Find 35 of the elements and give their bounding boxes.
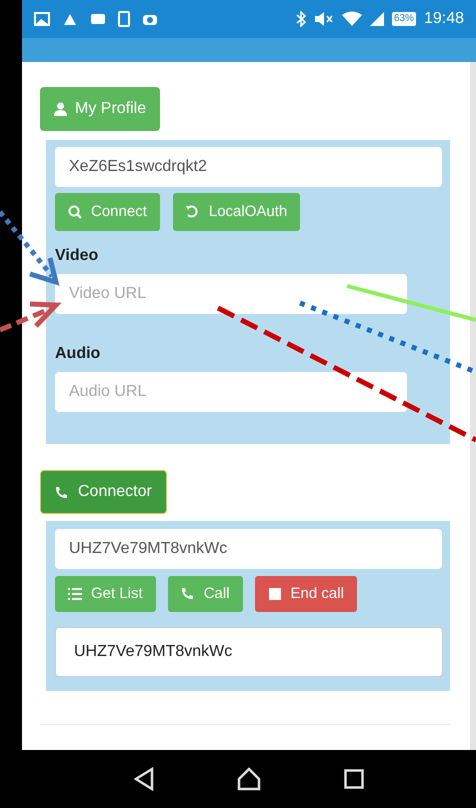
card-icon bbox=[90, 12, 106, 26]
video-url-field[interactable]: Video URL bbox=[55, 274, 407, 314]
list-icon bbox=[68, 587, 82, 601]
camera-icon bbox=[142, 12, 158, 26]
phone-icon bbox=[118, 11, 130, 27]
refresh-icon bbox=[186, 205, 200, 219]
audio-label: Audio bbox=[55, 344, 100, 364]
audio-url-field[interactable]: Audio URL bbox=[55, 372, 407, 412]
wifi-icon bbox=[342, 11, 362, 27]
output-box: UHZ7Ve79MT8vnkWc bbox=[55, 627, 443, 677]
home-icon[interactable] bbox=[236, 767, 261, 791]
search-icon bbox=[68, 205, 82, 219]
get-list-button[interactable]: Get List bbox=[55, 576, 156, 612]
connector-toggle-button[interactable]: Connector bbox=[40, 470, 167, 514]
annotation-arrow bbox=[0, 302, 62, 332]
profile-toggle-button[interactable]: My Profile bbox=[40, 87, 160, 131]
local-oauth-button[interactable]: LocalOAuth bbox=[172, 193, 300, 231]
bluetooth-icon bbox=[296, 11, 306, 27]
end-call-button[interactable]: End call bbox=[254, 576, 357, 612]
battery-level: 63% bbox=[392, 12, 416, 26]
phone-icon bbox=[180, 587, 195, 601]
peer-id-field[interactable]: UHZ7Ve79MT8vnkWc bbox=[55, 529, 442, 569]
call-button[interactable]: Call bbox=[168, 576, 243, 612]
id-field[interactable]: XeZ6Es1swcdrqkt2 bbox=[55, 147, 442, 187]
back-icon[interactable] bbox=[134, 767, 154, 791]
signal-icon bbox=[370, 12, 384, 26]
video-label: Video bbox=[55, 246, 98, 266]
user-icon bbox=[54, 102, 67, 116]
clock: 19:48 bbox=[424, 9, 464, 29]
image-icon bbox=[34, 12, 50, 26]
connect-button[interactable]: Connect bbox=[55, 193, 160, 231]
mute-icon bbox=[314, 12, 334, 26]
recents-icon[interactable] bbox=[344, 769, 364, 789]
stop-icon bbox=[268, 587, 282, 601]
phone-icon bbox=[55, 486, 68, 498]
